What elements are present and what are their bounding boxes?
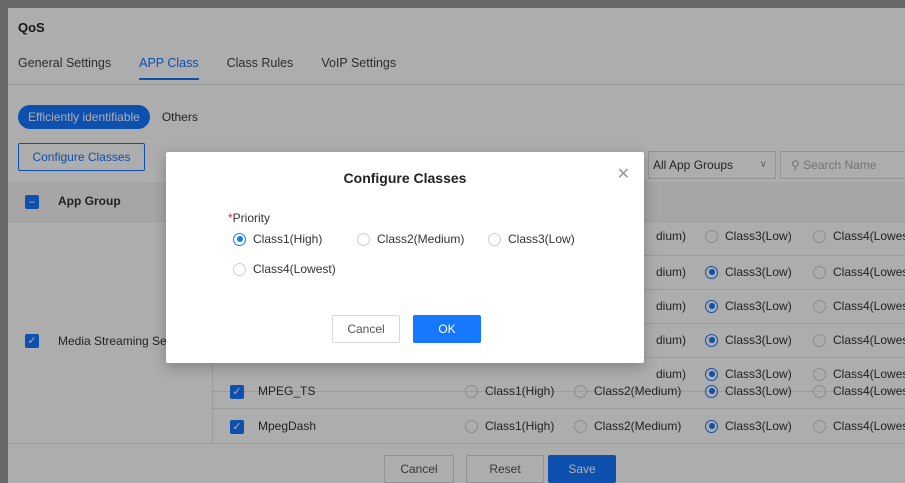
dialog-ok-button[interactable]: OK (413, 315, 481, 343)
option-class2[interactable]: Class2(Medium) (357, 232, 464, 246)
option-label: Class3(Low) (508, 232, 575, 246)
option-label: Class4(Lowest) (253, 262, 336, 276)
option-class3[interactable]: Class3(Low) (488, 232, 575, 246)
priority-label: *Priority (228, 211, 270, 225)
priority-label-text: Priority (232, 211, 271, 225)
close-icon[interactable]: ✕ (617, 164, 630, 184)
option-class1[interactable]: Class1(High) (233, 232, 322, 246)
configure-classes-dialog: Configure Classes ✕ *Priority Class1(Hig… (166, 152, 644, 363)
radio-dot (488, 232, 501, 246)
radio-dot (233, 262, 246, 276)
radio-dot (233, 232, 246, 246)
radio-dot (357, 232, 370, 246)
dialog-cancel-button[interactable]: Cancel (332, 315, 400, 343)
dialog-title: Configure Classes (343, 170, 467, 186)
option-class4[interactable]: Class4(Lowest) (233, 262, 336, 276)
option-label: Class2(Medium) (377, 232, 465, 246)
option-label: Class1(High) (253, 232, 323, 246)
